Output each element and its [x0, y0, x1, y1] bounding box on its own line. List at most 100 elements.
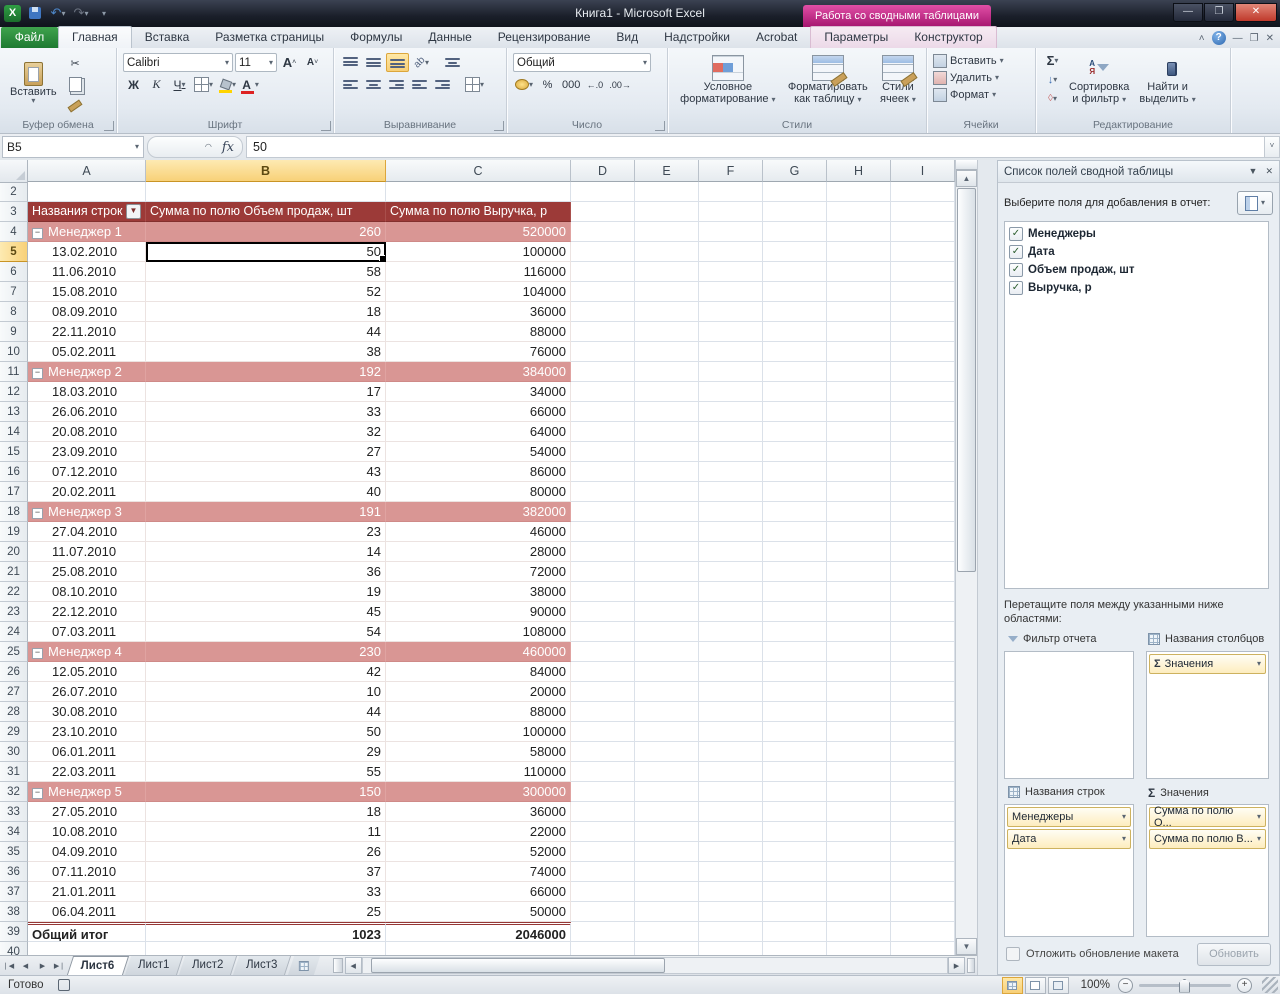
cell-I13[interactable] — [891, 402, 955, 422]
cell-D29[interactable] — [571, 722, 635, 742]
cell-A28[interactable]: 30.08.2010 — [28, 702, 146, 722]
cell-C3[interactable]: Сумма по полю Выручка, р — [386, 202, 571, 222]
cell-A3[interactable]: Названия строк ▼ — [28, 202, 146, 222]
row-header-29[interactable]: 29 — [0, 722, 28, 742]
cell-B31[interactable]: 55 — [146, 762, 386, 782]
cell-C23[interactable]: 90000 — [386, 602, 571, 622]
cell-E21[interactable] — [635, 562, 699, 582]
percent-style-button[interactable]: % — [537, 76, 558, 93]
tab-Надстройки[interactable]: Надстройки — [651, 27, 743, 47]
cell-F35[interactable] — [699, 842, 763, 862]
checked-checkbox-icon[interactable]: ✓ — [1009, 245, 1023, 259]
cell-D12[interactable] — [571, 382, 635, 402]
cell-F9[interactable] — [699, 322, 763, 342]
cell-D17[interactable] — [571, 482, 635, 502]
cell-H15[interactable] — [827, 442, 891, 462]
vertical-scroll-thumb[interactable] — [957, 188, 976, 572]
cell-D4[interactable] — [571, 222, 635, 242]
cell-A18[interactable]: − Менеджер 3 — [28, 502, 146, 522]
cell-C37[interactable]: 66000 — [386, 882, 571, 902]
cell-H4[interactable] — [827, 222, 891, 242]
cell-F20[interactable] — [699, 542, 763, 562]
sheet-tab-Лист2[interactable]: Лист2 — [178, 956, 238, 975]
row-header-12[interactable]: 12 — [0, 382, 28, 402]
cell-I9[interactable] — [891, 322, 955, 342]
cell-C26[interactable]: 84000 — [386, 662, 571, 682]
cell-B26[interactable]: 42 — [146, 662, 386, 682]
cell-B30[interactable]: 29 — [146, 742, 386, 762]
columns-area-item[interactable]: Σ Значения ▾ — [1149, 654, 1266, 674]
cell-C16[interactable]: 86000 — [386, 462, 571, 482]
cell-A39[interactable]: Общий итог — [28, 922, 146, 942]
cell-D9[interactable] — [571, 322, 635, 342]
cell-F16[interactable] — [699, 462, 763, 482]
cell-I32[interactable] — [891, 782, 955, 802]
tab-Вид[interactable]: Вид — [603, 27, 651, 47]
font-size-select[interactable]: 11 ▾ — [235, 53, 277, 72]
number-dialog-launcher[interactable] — [655, 121, 665, 131]
cell-G10[interactable] — [763, 342, 827, 362]
cell-B12[interactable]: 17 — [146, 382, 386, 402]
cell-I19[interactable] — [891, 522, 955, 542]
tab-Разметка страницы[interactable]: Разметка страницы — [202, 27, 337, 47]
cell-G19[interactable] — [763, 522, 827, 542]
cell-H13[interactable] — [827, 402, 891, 422]
cell-G39[interactable] — [763, 922, 827, 942]
row-header-7[interactable]: 7 — [0, 282, 28, 302]
cell-H16[interactable] — [827, 462, 891, 482]
cell-D16[interactable] — [571, 462, 635, 482]
minimize-window-button[interactable]: — — [1173, 3, 1203, 22]
name-box[interactable]: B5 ▾ — [2, 136, 144, 158]
cell-A13[interactable]: 26.06.2010 — [28, 402, 146, 422]
prev-sheet-button[interactable]: ◀ — [17, 956, 34, 975]
cell-B32[interactable]: 150 — [146, 782, 386, 802]
cell-C17[interactable]: 80000 — [386, 482, 571, 502]
tab-Вставка[interactable]: Вставка — [132, 27, 203, 47]
cell-A21[interactable]: 25.08.2010 — [28, 562, 146, 582]
cell-H17[interactable] — [827, 482, 891, 502]
cell-E25[interactable] — [635, 642, 699, 662]
cell-C8[interactable]: 36000 — [386, 302, 571, 322]
cell-I33[interactable] — [891, 802, 955, 822]
cell-A14[interactable]: 20.08.2010 — [28, 422, 146, 442]
cell-E23[interactable] — [635, 602, 699, 622]
values-area-item[interactable]: Сумма по полю О... ▾ — [1149, 805, 1266, 829]
cell-E33[interactable] — [635, 802, 699, 822]
row-header-38[interactable]: 38 — [0, 902, 28, 922]
cell-D37[interactable] — [571, 882, 635, 902]
cell-B40[interactable] — [146, 942, 386, 955]
cell-G26[interactable] — [763, 662, 827, 682]
cell-C7[interactable]: 104000 — [386, 282, 571, 302]
tab-file[interactable]: Файл — [1, 27, 58, 48]
cell-D20[interactable] — [571, 542, 635, 562]
cell-B28[interactable]: 44 — [146, 702, 386, 722]
cell-I24[interactable] — [891, 622, 955, 642]
row-header-16[interactable]: 16 — [0, 462, 28, 482]
cell-C9[interactable]: 88000 — [386, 322, 571, 342]
cell-E13[interactable] — [635, 402, 699, 422]
row-header-8[interactable]: 8 — [0, 302, 28, 322]
insert-function-button[interactable]: ◠ fx — [147, 136, 243, 158]
cell-D18[interactable] — [571, 502, 635, 522]
cell-I30[interactable] — [891, 742, 955, 762]
cell-B39[interactable]: 1023 — [146, 922, 386, 942]
cell-A9[interactable]: 22.11.2010 — [28, 322, 146, 342]
cell-I37[interactable] — [891, 882, 955, 902]
cell-A16[interactable]: 07.12.2010 — [28, 462, 146, 482]
cell-A31[interactable]: 22.03.2011 — [28, 762, 146, 782]
resize-grip[interactable] — [1262, 977, 1278, 993]
row-header-2[interactable]: 2 — [0, 182, 28, 202]
cell-B20[interactable]: 14 — [146, 542, 386, 562]
cell-C24[interactable]: 108000 — [386, 622, 571, 642]
values-area-item[interactable]: Сумма по полю В... ▾ — [1149, 829, 1266, 849]
row-header-34[interactable]: 34 — [0, 822, 28, 842]
workbook-close-icon[interactable]: ✕ — [1266, 33, 1274, 44]
cell-F28[interactable] — [699, 702, 763, 722]
row-header-4[interactable]: 4 — [0, 222, 28, 242]
cell-H20[interactable] — [827, 542, 891, 562]
cell-H32[interactable] — [827, 782, 891, 802]
cell-B29[interactable]: 50 — [146, 722, 386, 742]
tab-Главная[interactable]: Главная — [58, 26, 132, 48]
cell-E36[interactable] — [635, 862, 699, 882]
page-break-view-button[interactable] — [1047, 976, 1069, 994]
